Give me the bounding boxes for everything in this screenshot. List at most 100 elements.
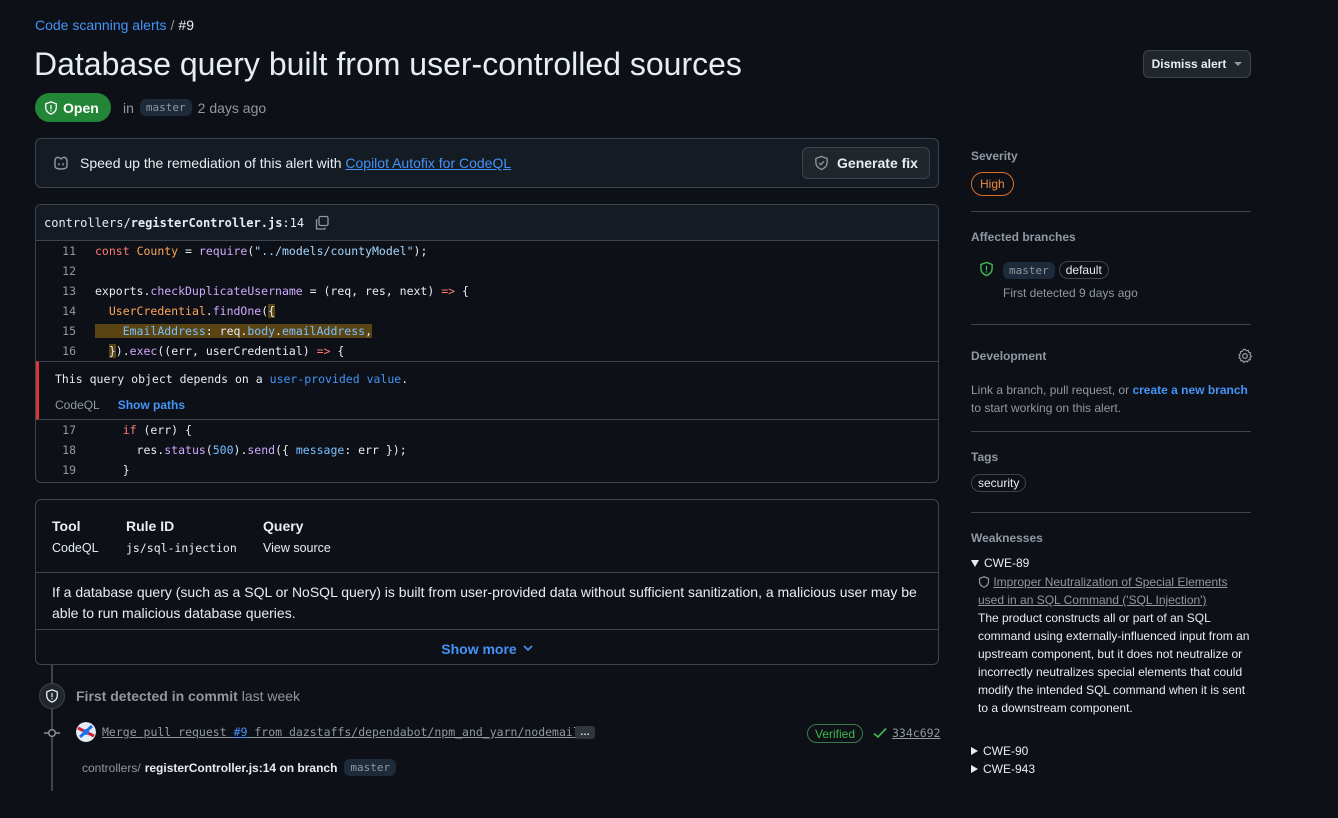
location-branch[interactable]: master — [344, 759, 397, 776]
code-line: 11 const County = require("../models/coun… — [36, 241, 938, 261]
alert-message-text: This query object depends on a user-prov… — [55, 372, 938, 386]
location-dir: controllers/ — [82, 760, 141, 775]
file-name: registerController.js — [130, 215, 283, 230]
line-number: 17 — [62, 423, 76, 437]
dev-text-pre: Link a branch, pull request, or — [971, 383, 1133, 397]
git-commit-icon — [44, 729, 60, 737]
dismiss-alert-label: Dismiss alert — [1151, 57, 1227, 71]
shield-icon — [45, 100, 57, 115]
sidebar-divider — [971, 324, 1251, 325]
pull-request-link[interactable]: #9 — [234, 725, 248, 739]
line-number: 15 — [62, 324, 76, 338]
breadcrumb-code-scanning-link[interactable]: Code scanning alerts — [35, 17, 167, 33]
code-line: 19 } — [36, 460, 938, 480]
cwe-89-description: The product constructs all or part of an… — [978, 611, 1250, 715]
cwe-90-toggle[interactable]: CWE-90 — [971, 744, 1028, 758]
first-detected-label: First detected in commit — [76, 688, 238, 704]
shield-check-icon — [815, 155, 828, 171]
generate-fix-label: Generate fix — [837, 155, 918, 171]
code-lines-after: 17 if (err) { 18 res.status(500).send({ … — [36, 420, 938, 480]
breadcrumb: Code scanning alerts / #9 — [35, 17, 194, 33]
shield-alert-icon — [46, 689, 58, 703]
line-number: 12 — [62, 264, 76, 278]
tool-value: CodeQL — [52, 541, 99, 555]
breadcrumb-separator: / — [170, 17, 175, 33]
first-detected-age: last week — [241, 688, 301, 704]
query-column: Query View source — [263, 518, 331, 555]
dismiss-alert-button[interactable]: Dismiss alert — [1143, 50, 1251, 78]
alert-message-pre: This query object depends on a — [55, 372, 270, 386]
triangle-down-icon — [971, 559, 979, 567]
check-icon — [873, 727, 887, 739]
commit-sha-link[interactable]: 334c692 — [892, 726, 940, 740]
create-branch-link[interactable]: create a new branch — [1132, 383, 1247, 397]
generate-fix-button[interactable]: Generate fix — [802, 147, 930, 179]
commit-message[interactable]: Merge pull request #9 from dazstaffs/dep… — [102, 725, 587, 739]
triangle-right-icon — [971, 747, 978, 755]
line-number: 16 — [62, 344, 76, 358]
affected-branches-heading: Affected branches — [971, 230, 1076, 244]
expand-commit-button[interactable]: … — [575, 726, 595, 739]
code-line: 14 UserCredential.findOne({ — [36, 301, 938, 321]
verified-badge[interactable]: Verified — [807, 724, 864, 743]
affected-branch-row: master default — [1003, 261, 1109, 279]
first-detected-event: First detected in commit last week — [76, 688, 300, 704]
avatar[interactable] — [76, 722, 96, 742]
severity-heading: Severity — [971, 149, 1018, 163]
code-line: 15 EmailAddress: req.body.emailAddress, — [36, 321, 938, 341]
query-label: Query — [263, 518, 304, 534]
branch-label[interactable]: master — [139, 99, 192, 116]
code-line: 16 }).exec((err, userCredential) => { — [36, 341, 938, 361]
cwe-90-label: CWE-90 — [983, 744, 1029, 758]
affected-first-detected: First detected 9 days ago — [1003, 286, 1138, 300]
tag-security[interactable]: security — [971, 474, 1027, 492]
code-line: 18 res.status(500).send({ message: err }… — [36, 440, 938, 460]
alert-meta: in master 2 days ago — [123, 99, 266, 116]
cwe-943-toggle[interactable]: CWE-943 — [971, 762, 1035, 776]
shield-check-icon — [980, 261, 993, 277]
caret-down-icon — [1234, 62, 1243, 66]
cwe-89-title-text: Improper Neutralization of Special Eleme… — [978, 575, 1228, 607]
view-source-link[interactable]: View source — [263, 541, 331, 555]
cwe-89-toggle[interactable]: CWE-89 — [971, 556, 1029, 570]
line-number: 11 — [62, 244, 76, 258]
copy-icon[interactable] — [314, 215, 330, 231]
rule-id-column: Rule ID js/sql-injection — [126, 518, 237, 555]
timeline-badge — [39, 683, 65, 709]
gear-icon[interactable] — [1237, 348, 1253, 364]
line-number: 19 — [62, 463, 76, 477]
sidebar-divider — [971, 431, 1251, 432]
dev-text-post: to start working on this alert. — [971, 401, 1122, 415]
sidebar-divider — [971, 211, 1251, 212]
file-path[interactable]: controllers/registerController.js:14 — [44, 216, 304, 230]
sidebar-divider — [971, 512, 1251, 513]
commit-msg-post: from dazstaffs/dependabot/npm_and_yarn/n… — [247, 725, 587, 739]
alert-tool: CodeQL — [55, 398, 100, 412]
show-more-label: Show more — [441, 640, 517, 657]
line-number: 13 — [62, 284, 76, 298]
copilot-text: Speed up the remediation of this alert w… — [80, 155, 511, 171]
development-text: Link a branch, pull request, or create a… — [971, 381, 1251, 417]
copilot-text-main: Speed up the remediation of this alert w… — [80, 155, 346, 171]
alert-message-post: . — [401, 372, 409, 386]
page-title: Database query built from user-controlle… — [34, 46, 742, 82]
copilot-autofix-link[interactable]: Copilot Autofix for CodeQL — [345, 155, 511, 171]
rule-id-value: js/sql-injection — [126, 541, 237, 555]
rule-info-header: Tool CodeQL Rule ID js/sql-injection Que… — [36, 500, 938, 573]
code-snippet: controllers/registerController.js:14 11 c… — [35, 204, 939, 483]
shield-icon — [978, 576, 990, 588]
tool-label: Tool — [52, 518, 81, 534]
default-label: default — [1058, 261, 1109, 279]
code-line: 17 if (err) { — [36, 420, 938, 440]
show-more-button[interactable]: Show more — [36, 629, 938, 667]
cwe-89-title[interactable]: Improper Neutralization of Special Eleme… — [978, 573, 1243, 609]
alert-message-footer: CodeQL Show paths — [55, 398, 938, 412]
show-paths-button[interactable]: Show paths — [118, 398, 185, 412]
cwe-943-label: CWE-943 — [983, 762, 1036, 776]
tags-heading: Tags — [971, 450, 999, 464]
status-badge: Open — [35, 93, 111, 122]
user-provided-value-link[interactable]: user-provided value — [270, 372, 402, 386]
file-dir: controllers/ — [44, 215, 131, 230]
affected-branch[interactable]: master — [1003, 261, 1055, 279]
copilot-icon — [54, 156, 68, 170]
